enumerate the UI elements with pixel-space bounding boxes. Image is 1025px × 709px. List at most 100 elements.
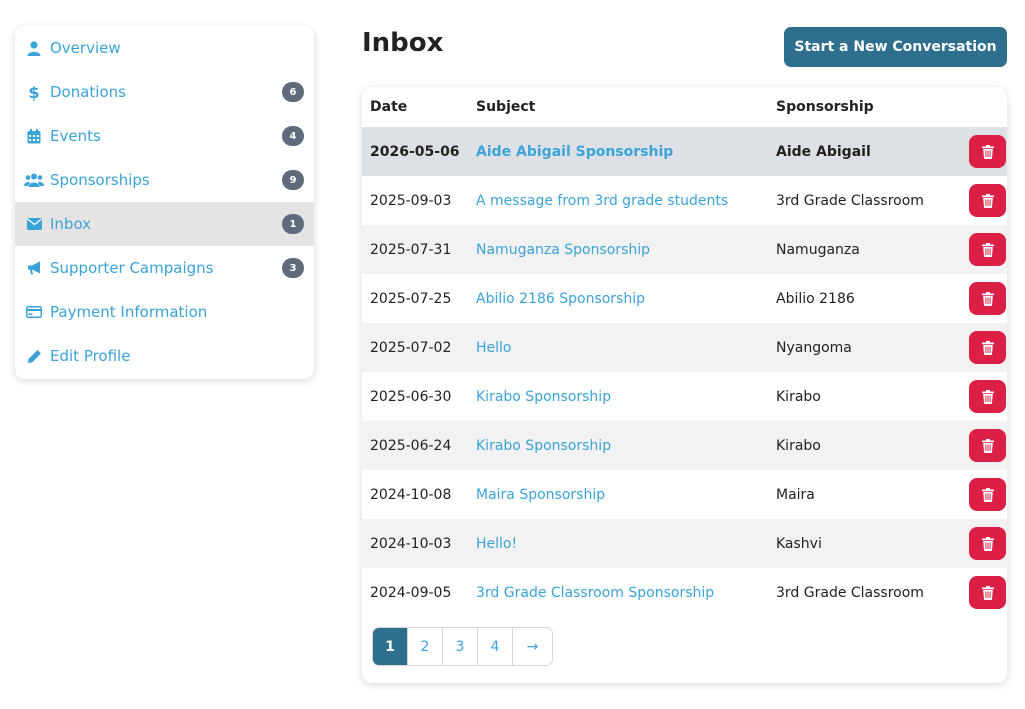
subject-link[interactable]: Namuganza Sponsorship bbox=[476, 242, 650, 258]
subject-link[interactable]: Maira Sponsorship bbox=[476, 487, 605, 503]
trash-icon bbox=[981, 487, 994, 502]
credit-card-icon bbox=[26, 304, 42, 320]
dollar-icon: $ bbox=[28, 82, 40, 102]
sidebar-item-inbox[interactable]: Inbox 1 bbox=[15, 202, 314, 246]
users-icon bbox=[24, 172, 44, 188]
count-badge: 1 bbox=[282, 214, 304, 234]
cell-sponsorship: Kirabo bbox=[776, 388, 821, 405]
delete-button[interactable] bbox=[969, 331, 1006, 364]
cell-sponsorship: Abilio 2186 bbox=[776, 290, 855, 307]
cell-sponsorship: Namuganza bbox=[776, 241, 860, 258]
cell-sponsorship: 3rd Grade Classroom bbox=[776, 192, 924, 209]
sidebar-item-payment-information[interactable]: Payment Information bbox=[15, 290, 314, 334]
table-row[interactable]: 2024-10-03 Hello! Kashvi bbox=[362, 519, 1007, 568]
sidebar-item-label: Inbox bbox=[50, 215, 92, 233]
delete-button[interactable] bbox=[969, 478, 1006, 511]
calendar-icon bbox=[26, 128, 42, 144]
subject-link[interactable]: 3rd Grade Classroom Sponsorship bbox=[476, 585, 714, 601]
cell-date: 2025-06-24 bbox=[370, 437, 452, 454]
count-badge: 9 bbox=[282, 170, 304, 190]
sidebar-item-sponsorships[interactable]: Sponsorships 9 bbox=[15, 158, 314, 202]
page-button-1[interactable]: 1 bbox=[373, 628, 408, 665]
sidebar-item-overview[interactable]: Overview bbox=[15, 26, 314, 70]
user-icon bbox=[26, 40, 42, 56]
sidebar-item-label: Donations bbox=[50, 83, 126, 101]
start-new-conversation-button[interactable]: Start a New Conversation bbox=[784, 27, 1007, 67]
table-row[interactable]: 2025-07-02 Hello Nyangoma bbox=[362, 323, 1007, 372]
subject-link[interactable]: Kirabo Sponsorship bbox=[476, 389, 611, 405]
sidebar-item-label: Sponsorships bbox=[50, 171, 150, 189]
page-button-3[interactable]: 3 bbox=[443, 628, 478, 665]
sidebar-item-label: Supporter Campaigns bbox=[50, 259, 214, 277]
trash-icon bbox=[981, 193, 994, 208]
table-row[interactable]: 2025-06-30 Kirabo Sponsorship Kirabo bbox=[362, 372, 1007, 421]
delete-button[interactable] bbox=[969, 380, 1006, 413]
trash-icon bbox=[981, 389, 994, 404]
trash-icon bbox=[981, 340, 994, 355]
cell-date: 2025-07-02 bbox=[370, 339, 452, 356]
sidebar-item-label: Events bbox=[50, 127, 101, 145]
column-header-subject: Subject bbox=[476, 99, 536, 115]
cell-date: 2026-05-06 bbox=[370, 143, 460, 160]
column-header-date: Date bbox=[370, 99, 408, 115]
trash-icon bbox=[981, 585, 994, 600]
delete-button[interactable] bbox=[969, 429, 1006, 462]
table-row[interactable]: 2024-09-05 3rd Grade Classroom Sponsorshi… bbox=[362, 568, 1007, 617]
page-button-4[interactable]: 4 bbox=[478, 628, 513, 665]
sidebar-item-events[interactable]: Events 4 bbox=[15, 114, 314, 158]
subject-link[interactable]: Hello bbox=[476, 340, 512, 356]
sidebar: Overview $ Donations 6 Events 4 Sponsors… bbox=[15, 26, 314, 379]
trash-icon bbox=[981, 536, 994, 551]
cell-date: 2024-10-08 bbox=[370, 486, 452, 503]
cell-date: 2025-06-30 bbox=[370, 388, 452, 405]
subject-link[interactable]: Abilio 2186 Sponsorship bbox=[476, 291, 645, 307]
table-row[interactable]: 2025-07-31 Namuganza Sponsorship Namuganza bbox=[362, 225, 1007, 274]
count-badge: 4 bbox=[282, 126, 304, 146]
cell-date: 2025-09-03 bbox=[370, 192, 452, 209]
page-button-2[interactable]: 2 bbox=[408, 628, 443, 665]
cell-sponsorship: 3rd Grade Classroom bbox=[776, 584, 924, 601]
table-header: Date Subject Sponsorship bbox=[362, 87, 1007, 127]
cell-date: 2024-09-05 bbox=[370, 584, 452, 601]
delete-button[interactable] bbox=[969, 527, 1006, 560]
trash-icon bbox=[981, 242, 994, 257]
subject-link[interactable]: A message from 3rd grade students bbox=[476, 193, 728, 209]
envelope-icon bbox=[26, 216, 42, 232]
count-badge: 6 bbox=[282, 82, 304, 102]
count-badge: 3 bbox=[282, 258, 304, 278]
sidebar-item-supporter-campaigns[interactable]: Supporter Campaigns 3 bbox=[15, 246, 314, 290]
sidebar-item-label: Payment Information bbox=[50, 303, 208, 321]
subject-link[interactable]: Hello! bbox=[476, 536, 517, 552]
subject-link[interactable]: Kirabo Sponsorship bbox=[476, 438, 611, 454]
trash-icon bbox=[981, 144, 994, 159]
sidebar-item-donations[interactable]: $ Donations 6 bbox=[15, 70, 314, 114]
pagination: 1 2 3 4 → bbox=[372, 627, 553, 666]
table-row[interactable]: 2025-09-03 A message from 3rd grade stude… bbox=[362, 176, 1007, 225]
megaphone-icon bbox=[26, 260, 42, 276]
page-title: Inbox bbox=[362, 28, 444, 58]
delete-button[interactable] bbox=[969, 184, 1006, 217]
next-page-button[interactable]: → bbox=[513, 628, 552, 665]
cell-date: 2025-07-25 bbox=[370, 290, 452, 307]
column-header-sponsorship: Sponsorship bbox=[776, 99, 874, 115]
sidebar-item-label: Overview bbox=[50, 39, 121, 57]
cell-sponsorship: Nyangoma bbox=[776, 339, 852, 356]
pencil-icon bbox=[26, 348, 42, 364]
sidebar-item-edit-profile[interactable]: Edit Profile bbox=[15, 334, 314, 378]
delete-button[interactable] bbox=[969, 282, 1006, 315]
trash-icon bbox=[981, 438, 994, 453]
inbox-table: Date Subject Sponsorship 2026-05-06 Aide … bbox=[362, 87, 1007, 683]
delete-button[interactable] bbox=[969, 233, 1006, 266]
cell-sponsorship: Maira bbox=[776, 486, 815, 503]
table-row[interactable]: 2026-05-06 Aide Abigail Sponsorship Aide A… bbox=[362, 127, 1007, 176]
table-row[interactable]: 2025-07-25 Abilio 2186 Sponsorship Abilio … bbox=[362, 274, 1007, 323]
trash-icon bbox=[981, 291, 994, 306]
delete-button[interactable] bbox=[969, 576, 1006, 609]
table-body: 2026-05-06 Aide Abigail Sponsorship Aide A… bbox=[362, 127, 1007, 617]
table-row[interactable]: 2025-06-24 Kirabo Sponsorship Kirabo bbox=[362, 421, 1007, 470]
table-row[interactable]: 2024-10-08 Maira Sponsorship Maira bbox=[362, 470, 1007, 519]
delete-button[interactable] bbox=[969, 135, 1006, 168]
cell-date: 2025-07-31 bbox=[370, 241, 452, 258]
subject-link[interactable]: Aide Abigail Sponsorship bbox=[476, 144, 673, 160]
cell-date: 2024-10-03 bbox=[370, 535, 452, 552]
